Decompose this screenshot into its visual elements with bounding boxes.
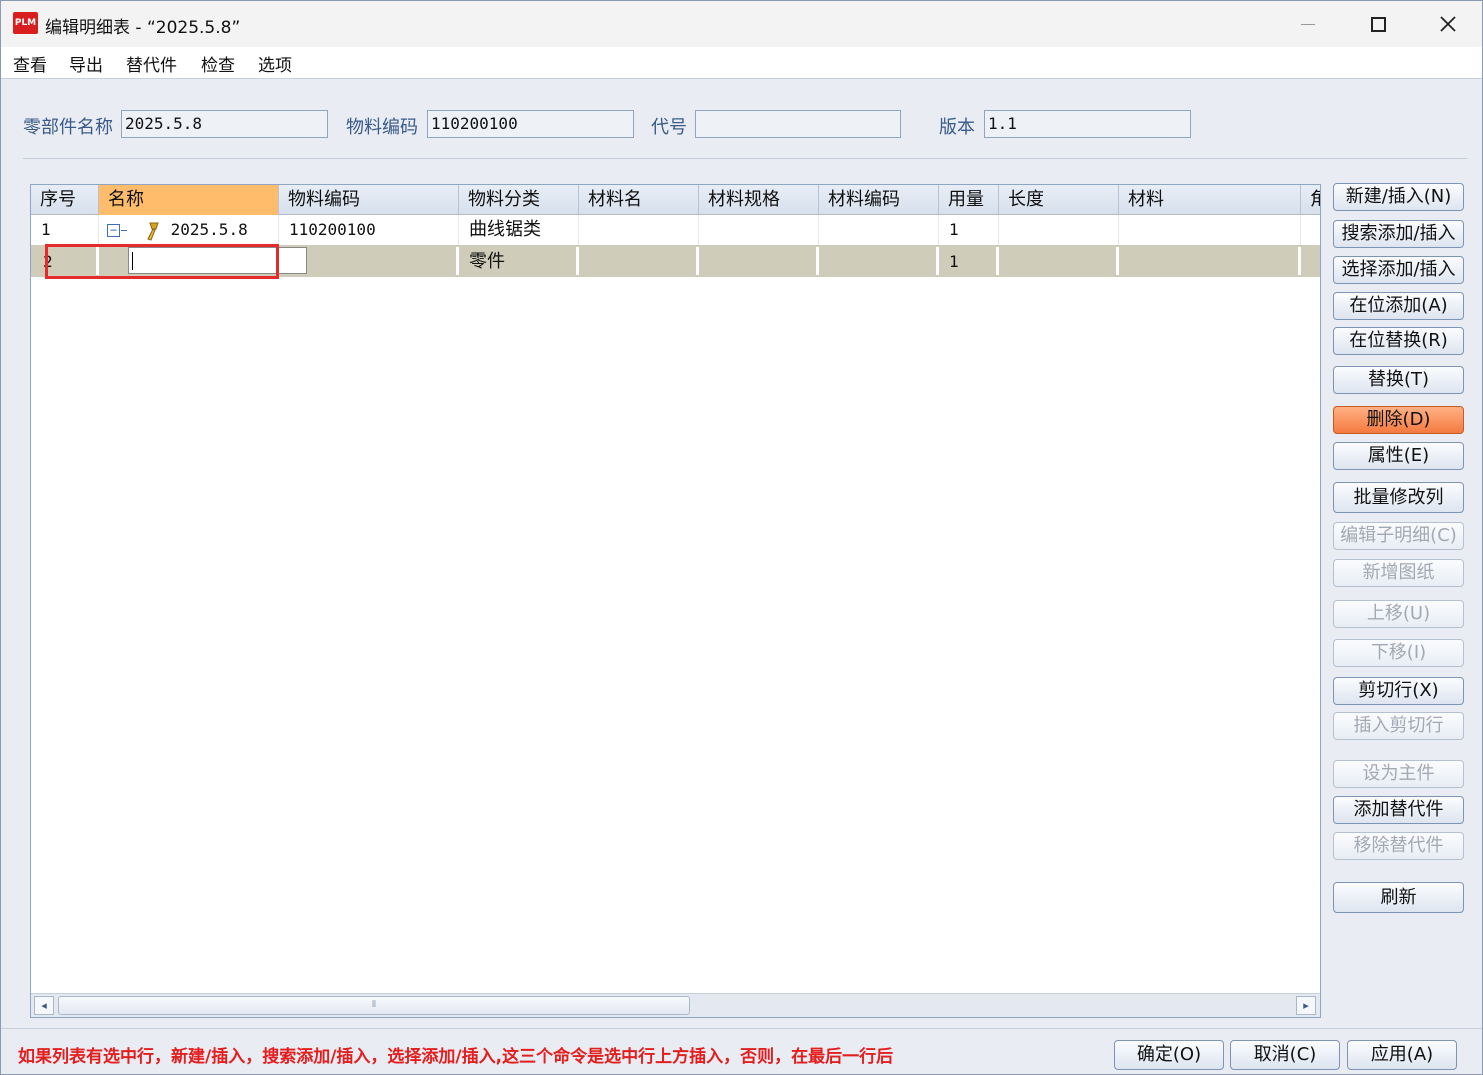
col-header-qty[interactable]: 用量	[939, 185, 999, 215]
menu-options[interactable]: 选项	[256, 51, 294, 76]
edit-cell-highlight	[45, 244, 279, 279]
window-title: 编辑明细表 - “2025.5.8”	[45, 18, 241, 38]
menu-view[interactable]: 查看	[11, 51, 49, 76]
cell-mat-name	[579, 247, 699, 275]
edit-bom-window: PLM 编辑明细表 - “2025.5.8” 查看 导出 替代件 检查 选项 零…	[0, 0, 1483, 1075]
edit-sub-detail-button[interactable]: 编辑子明细(C)	[1333, 522, 1464, 550]
cell-qty: 1	[939, 215, 999, 245]
cancel-button[interactable]: 取消(C)	[1230, 1040, 1340, 1070]
col-header-mat-code[interactable]: 材料编码	[819, 185, 939, 215]
cell-mat-code	[819, 215, 939, 245]
apply-button[interactable]: 应用(A)	[1347, 1040, 1457, 1070]
code-label: 代号	[651, 117, 687, 138]
hint-message: 如果列表有选中行，新建/插入，搜索添加/插入，选择添加/插入,这三个命令是选中行…	[18, 1047, 894, 1067]
col-header-angle[interactable]: 角	[1301, 185, 1320, 215]
close-button[interactable]	[1413, 1, 1482, 47]
tree-line-icon	[121, 230, 127, 231]
refresh-button[interactable]: 刷新	[1333, 882, 1464, 913]
in-place-add-button[interactable]: 在位添加(A)	[1333, 292, 1464, 320]
version-label: 版本	[939, 117, 975, 138]
cell-length	[999, 215, 1119, 245]
material-code-label: 物料编码	[346, 117, 418, 138]
collapse-icon[interactable]: −	[107, 224, 120, 237]
title-bar: PLM 编辑明细表 - “2025.5.8”	[1, 1, 1482, 47]
col-header-length[interactable]: 长度	[999, 185, 1119, 215]
separator	[23, 158, 1467, 159]
horizontal-scrollbar[interactable]: ◂ ⦀ ▸	[31, 993, 1320, 1017]
cell-mat-code	[819, 247, 939, 275]
cell-category: 曲线锯类	[459, 215, 579, 245]
cell-material-code: 110200100	[279, 215, 459, 245]
col-header-mat-name[interactable]: 材料名	[579, 185, 699, 215]
bom-table: 序号 名称 物料编码 物料分类 材料名 材料规格 材料编码 用量 长度 材料 角…	[30, 184, 1321, 1018]
code-field[interactable]	[695, 110, 901, 138]
cell-material	[1119, 247, 1301, 275]
col-header-material-code[interactable]: 物料编码	[279, 185, 459, 215]
col-header-category[interactable]: 物料分类	[459, 185, 579, 215]
menu-substitute[interactable]: 替代件	[124, 51, 179, 76]
menu-bar: 查看 导出 替代件 检查 选项	[1, 47, 1482, 79]
part-name-field[interactable]: 2025.5.8	[121, 110, 328, 138]
cell-mat-spec	[699, 215, 819, 245]
minimize-button[interactable]	[1273, 1, 1343, 47]
plm-logo-icon: PLM	[13, 12, 38, 34]
table-row[interactable]: 1 − 2025.5.8 110200100 曲线锯类 1	[31, 215, 1320, 245]
cut-row-button[interactable]: 剪切行(X)	[1333, 677, 1464, 705]
cell-name-text: 2025.5.8	[170, 220, 248, 239]
close-icon	[1440, 16, 1456, 32]
insert-cut-row-button[interactable]: 插入剪切行	[1333, 712, 1464, 740]
scroll-left-button[interactable]: ◂	[34, 996, 54, 1015]
remove-substitute-button[interactable]: 移除替代件	[1333, 832, 1464, 860]
minimize-icon	[1301, 23, 1315, 25]
menu-export[interactable]: 导出	[67, 51, 105, 76]
cell-category: 零件	[459, 247, 579, 275]
cell-material	[1119, 215, 1301, 245]
set-main-part-button[interactable]: 设为主件	[1333, 760, 1464, 788]
add-drawing-button[interactable]: 新增图纸	[1333, 559, 1464, 587]
cell-name: − 2025.5.8	[99, 215, 279, 245]
col-header-name[interactable]: 名称	[99, 185, 279, 215]
maximize-button[interactable]	[1343, 1, 1413, 47]
search-add-insert-button[interactable]: 搜索添加/插入	[1333, 220, 1464, 248]
col-header-material[interactable]: 材料	[1119, 185, 1301, 215]
col-header-seq[interactable]: 序号	[31, 185, 99, 215]
cell-length	[999, 247, 1119, 275]
cell-mat-name	[579, 215, 699, 245]
cell-mat-spec	[699, 247, 819, 275]
new-insert-button[interactable]: 新建/插入(N)	[1333, 183, 1464, 211]
menu-check[interactable]: 检查	[199, 51, 237, 76]
scroll-right-button[interactable]: ▸	[1296, 996, 1316, 1015]
add-substitute-button[interactable]: 添加替代件	[1333, 796, 1464, 824]
ok-button[interactable]: 确定(O)	[1114, 1040, 1224, 1070]
table-header: 序号 名称 物料编码 物料分类 材料名 材料规格 材料编码 用量 长度 材料 角	[31, 185, 1320, 215]
move-up-button[interactable]: 上移(U)	[1333, 600, 1464, 628]
replace-button[interactable]: 替换(T)	[1333, 366, 1464, 394]
batch-edit-column-button[interactable]: 批量修改列	[1333, 482, 1464, 513]
version-field[interactable]: 1.1	[984, 110, 1191, 138]
maximize-icon	[1370, 16, 1386, 32]
scroll-thumb[interactable]: ⦀	[58, 996, 690, 1015]
properties-button[interactable]: 属性(E)	[1333, 442, 1464, 470]
part-icon	[146, 222, 159, 241]
cell-qty: 1	[939, 247, 999, 275]
part-name-label: 零部件名称	[23, 117, 113, 138]
delete-button[interactable]: 删除(D)	[1333, 406, 1464, 434]
select-add-insert-button[interactable]: 选择添加/插入	[1333, 256, 1464, 284]
material-code-field[interactable]: 110200100	[427, 110, 634, 138]
move-down-button[interactable]: 下移(I)	[1333, 639, 1464, 667]
cell-seq: 1	[31, 215, 99, 245]
col-header-mat-spec[interactable]: 材料规格	[699, 185, 819, 215]
in-place-replace-button[interactable]: 在位替换(R)	[1333, 327, 1464, 355]
